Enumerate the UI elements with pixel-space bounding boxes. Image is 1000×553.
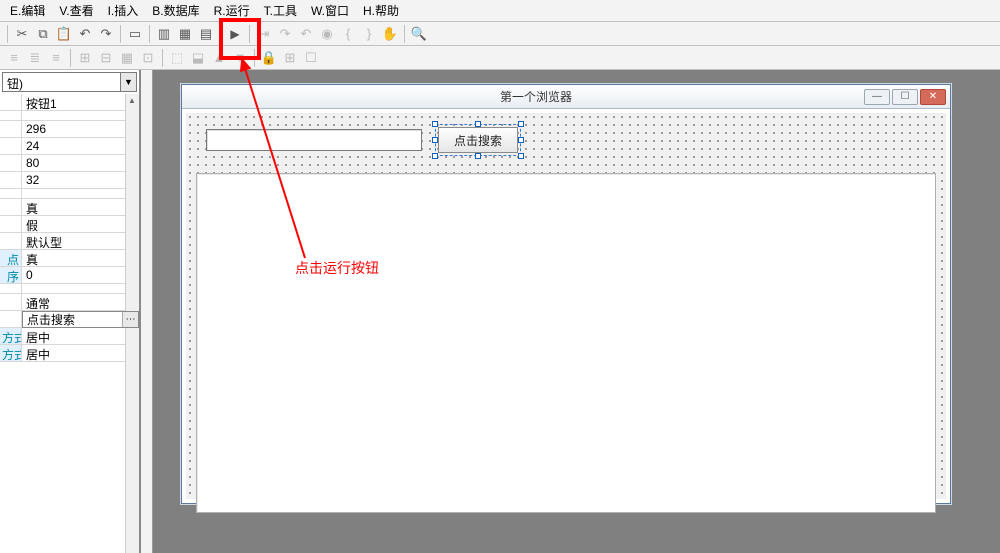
align-right-icon[interactable]: ≡ xyxy=(46,48,66,68)
dist-v-icon[interactable]: ⊟ xyxy=(96,48,116,68)
breakpoint-icon[interactable]: ◉ xyxy=(317,24,337,44)
layout3-icon[interactable]: ▤ xyxy=(196,24,216,44)
prop-height[interactable]: 32 xyxy=(22,172,139,188)
grid-icon[interactable]: ▦ xyxy=(117,48,137,68)
redo-icon[interactable]: ↷ xyxy=(96,24,116,44)
prop-left[interactable]: 296 xyxy=(22,121,139,137)
maximize-icon[interactable]: ☐ xyxy=(892,89,918,105)
prop-tabstop[interactable]: 真 xyxy=(22,250,139,266)
group-icon[interactable]: ⬚ xyxy=(167,48,187,68)
step-over-icon[interactable]: ↷ xyxy=(275,24,295,44)
vertical-ruler xyxy=(141,70,153,553)
chevron-down-icon[interactable]: ▼ xyxy=(120,73,136,91)
close-icon[interactable]: ✕ xyxy=(920,89,946,105)
copy-icon[interactable]: ⧉ xyxy=(33,24,53,44)
cut-icon[interactable]: ✂ xyxy=(12,24,32,44)
snap-icon[interactable]: ⊡ xyxy=(138,48,158,68)
menu-insert[interactable]: I.插入 xyxy=(102,0,145,21)
back-icon[interactable]: ▼ xyxy=(230,48,250,68)
design-textbox[interactable] xyxy=(206,129,422,151)
run-button[interactable]: ▶ xyxy=(225,24,245,44)
design-canvas[interactable] xyxy=(196,173,936,513)
undo-icon[interactable]: ↶ xyxy=(75,24,95,44)
menu-run[interactable]: R.运行 xyxy=(208,0,256,21)
brace-left-icon[interactable]: { xyxy=(338,24,358,44)
menu-database[interactable]: B.数据库 xyxy=(146,0,205,21)
hand-icon[interactable]: ✋ xyxy=(380,24,400,44)
form-designer-window[interactable]: 第一个浏览器 ― ☐ ✕ 点击搜索 xyxy=(181,84,951,504)
menu-tools[interactable]: T.工具 xyxy=(258,0,303,21)
object-selector[interactable]: 钮) ▼ xyxy=(2,72,137,92)
window-icon[interactable]: ▭ xyxy=(125,24,145,44)
prop-type[interactable]: 通常 xyxy=(22,294,139,310)
find-icon[interactable]: 🔍 xyxy=(409,24,429,44)
prop-style[interactable]: 默认型 xyxy=(22,233,139,249)
toolbar-main: ✂ ⧉ 📋 ↶ ↷ ▭ ▥ ▦ ▤ ▶ ⇥ ↷ ↶ ◉ { } ✋ 🔍 xyxy=(0,22,1000,46)
toolbar-align: ≡ ≣ ≡ ⊞ ⊟ ▦ ⊡ ⬚ ⬓ ▲ ▼ 🔒 ⊞ ☐ xyxy=(0,46,1000,70)
step-out-icon[interactable]: ↶ xyxy=(296,24,316,44)
dist-h-icon[interactable]: ⊞ xyxy=(75,48,95,68)
menu-window[interactable]: W.窗口 xyxy=(305,0,355,21)
paste-icon[interactable]: 📋 xyxy=(54,24,74,44)
menu-view[interactable]: V.查看 xyxy=(53,0,99,21)
property-grid: 按钮1 296 24 80 32 真 假 默认型 点真 序0 通常 点击搜索⋯ … xyxy=(0,94,139,553)
prop-name[interactable]: 按钮1 xyxy=(22,94,139,110)
ungroup-icon[interactable]: ⬓ xyxy=(188,48,208,68)
form-title: 第一个浏览器 xyxy=(208,88,864,105)
lock-icon[interactable]: 🔒 xyxy=(259,48,279,68)
front-icon[interactable]: ▲ xyxy=(209,48,229,68)
brace-right-icon[interactable]: } xyxy=(359,24,379,44)
layout1-icon[interactable]: ▥ xyxy=(154,24,174,44)
selection-handles xyxy=(435,124,521,156)
prop-taborder[interactable]: 0 xyxy=(22,267,139,283)
align-center-icon[interactable]: ≣ xyxy=(25,48,45,68)
align-left-icon[interactable]: ≡ xyxy=(4,48,24,68)
prop-top[interactable]: 24 xyxy=(22,138,139,154)
menu-help[interactable]: H.帮助 xyxy=(357,0,405,21)
property-panel: 钮) ▼ 按钮1 296 24 80 32 真 假 默认型 点真 序0 通常 点… xyxy=(0,70,140,553)
menu-edit[interactable]: E.编辑 xyxy=(4,0,51,21)
prop-caption[interactable]: 点击搜索⋯ xyxy=(22,311,139,328)
annotation-text: 点击运行按钮 xyxy=(295,258,379,278)
minimize-icon[interactable]: ― xyxy=(864,89,890,105)
gridsnap-icon[interactable]: ⊞ xyxy=(280,48,300,68)
form-title-bar[interactable]: 第一个浏览器 ― ☐ ✕ xyxy=(182,85,950,109)
toggle-icon[interactable]: ☐ xyxy=(301,48,321,68)
layout2-icon[interactable]: ▦ xyxy=(175,24,195,44)
menu-bar: E.编辑 V.查看 I.插入 B.数据库 R.运行 T.工具 W.窗口 H.帮助 xyxy=(0,0,1000,22)
prop-width[interactable]: 80 xyxy=(22,155,139,171)
prop-valign[interactable]: 居中 xyxy=(22,345,139,361)
form-body[interactable]: 点击搜索 xyxy=(186,113,946,499)
prop-visible[interactable]: 真 xyxy=(22,199,139,215)
ellipsis-button[interactable]: ⋯ xyxy=(122,312,138,327)
prop-disabled[interactable]: 假 xyxy=(22,216,139,232)
prop-halign[interactable]: 居中 xyxy=(22,328,139,344)
design-surface[interactable]: 第一个浏览器 ― ☐ ✕ 点击搜索 xyxy=(140,70,1000,553)
step-icon[interactable]: ⇥ xyxy=(254,24,274,44)
